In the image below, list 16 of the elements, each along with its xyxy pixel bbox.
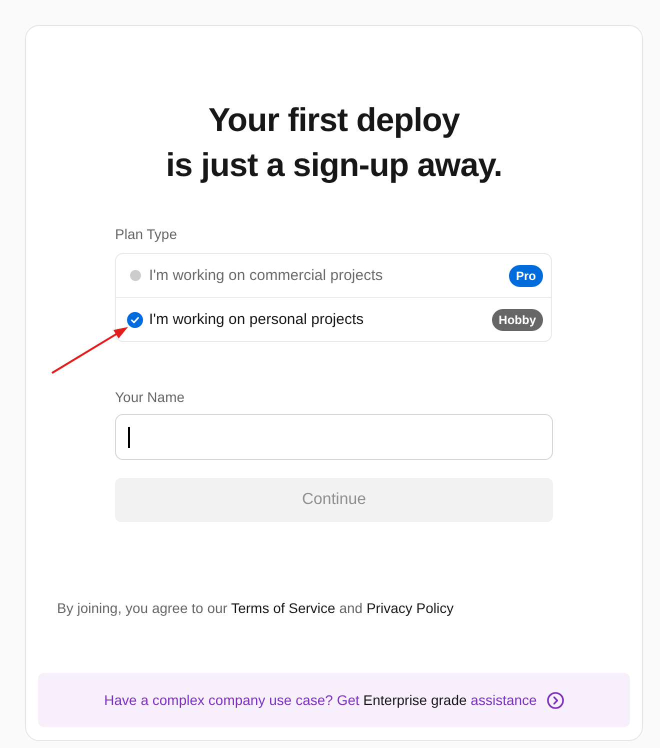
terms-text: By joining, you agree to our Terms of Service and Privacy Policy <box>56 599 455 618</box>
plan-option[interactable]: I'm working on commercial projects Pro <box>116 254 551 297</box>
name-input-field[interactable] <box>115 414 553 460</box>
plan-option-text: I'm working on personal projects <box>149 311 365 328</box>
plan-badge: Hobby <box>492 308 543 330</box>
terms-link[interactable]: Privacy Policy <box>366 600 454 616</box>
enterprise-assistance-link[interactable]: Have a complex company use case? Get Enterprise grade assistance <box>104 690 564 710</box>
plan-badge: Pro <box>508 264 543 286</box>
name-label: Your Name <box>115 388 186 407</box>
plan-type-label: Plan Type <box>115 225 178 244</box>
text-cursor-icon <box>128 426 130 448</box>
heading: Your first deploy is just a sign-up away. <box>166 100 502 185</box>
plan-option-text: I'm working on commercial projects <box>149 267 384 284</box>
plan-option[interactable]: I'm working on personal projects Hobby <box>116 297 551 341</box>
chevron-circle-icon <box>546 692 564 708</box>
terms-link[interactable]: Terms of Service <box>231 600 336 616</box>
